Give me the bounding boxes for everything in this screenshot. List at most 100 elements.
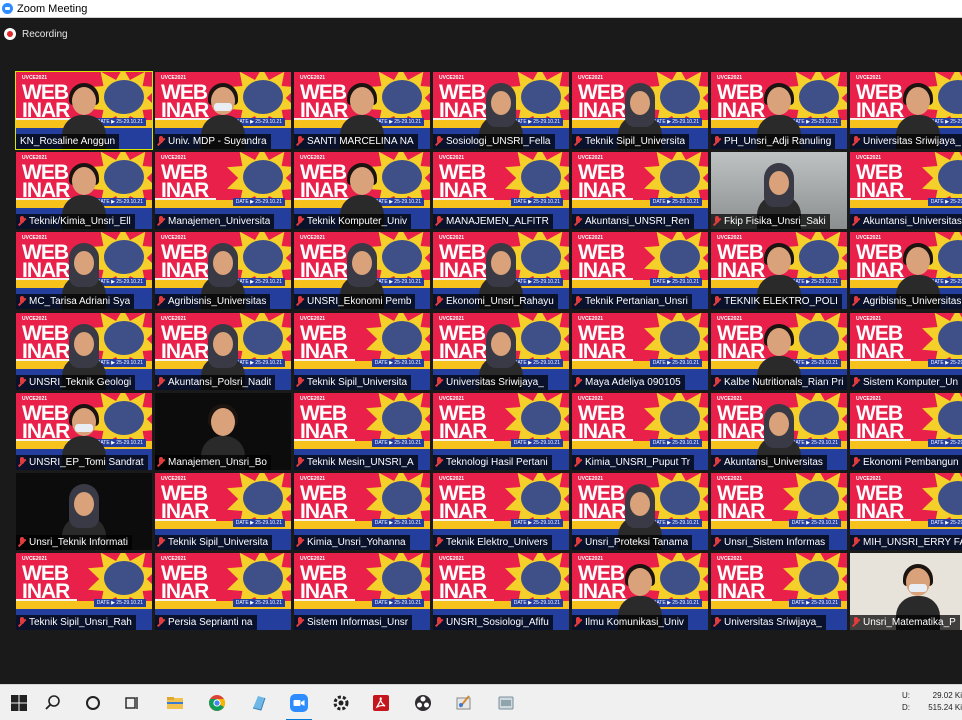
participant-tile[interactable]: UVCE2021 WEB INAR DATE ▶ 25-29.10.21 Teknik … — [572, 72, 708, 149]
participant-tile[interactable]: UVCE2021WEBINARDATE ▶ 25-29.10.21Akuntan… — [850, 152, 962, 229]
participant-tile[interactable]: UVCE2021 WEB INAR DATE ▶ 25-29.10.21 Teknik … — [433, 473, 569, 550]
muted-mic-icon — [435, 537, 443, 548]
chrome-icon[interactable] — [198, 685, 236, 720]
participant-tile[interactable]: UVCE2021 WEB INAR DATE ▶ 25-29.10.21 Kalbe N… — [711, 313, 847, 390]
paint-icon[interactable] — [445, 685, 483, 720]
participant-tile[interactable]: UVCE2021WEBINARDATE ▶ 25-29.10.21Akuntan… — [155, 313, 291, 390]
participant-tile[interactable]: UVCE2021 WEB INAR DATE ▶ 25-29.10.21 KN_Rosa… — [15, 71, 153, 150]
participant-name-bar: Sistem Komputer_Un — [850, 375, 962, 390]
participant-name-bar: UNSRI_Teknik Geologi — [16, 375, 136, 390]
participant-name-bar: Teknik Sipil_Universita — [294, 375, 412, 390]
participant-tile[interactable]: Unsri_Teknik Informati — [16, 473, 152, 550]
muted-mic-icon — [435, 296, 443, 307]
event-date: DATE ▶ 25-29.10.21 — [927, 359, 962, 367]
participant-tile[interactable]: UVCE2021 WEB INAR DATE ▶ 25-29.10.21 TEKNIK … — [711, 232, 847, 309]
participant-tile[interactable]: UVCE2021WEBINARDATE ▶ 25-29.10.21Univers… — [850, 72, 962, 149]
muted-mic-icon — [574, 377, 582, 388]
participant-name-bar: Teknik Sipil_Universita — [155, 535, 273, 550]
participant-tile[interactable]: UVCE2021 WEB INAR DATE ▶ 25-29.10.21 Teknik … — [294, 152, 430, 229]
muted-mic-icon — [157, 296, 165, 307]
participant-tile[interactable]: Manajemen_Unsri_Bo — [155, 393, 291, 470]
participant-tile[interactable]: UVCE2021 WEB INAR DATE ▶ 25-29.10.21 UNSRI_S… — [433, 553, 569, 630]
settings-icon[interactable] — [322, 685, 360, 720]
participant-tile[interactable]: UVCE2021WEBINARDATE ▶ 25-29.10.21MIH_UNS… — [850, 473, 962, 550]
participant-tile[interactable]: UVCE2021 WEB INAR DATE ▶ 25-29.10.21 Sosiolo… — [433, 72, 569, 149]
participant-tile[interactable]: UVCE2021 WEB INAR DATE ▶ 25-29.10.21 Kimia_U… — [572, 393, 708, 470]
windows-start-icon[interactable] — [0, 685, 38, 720]
participant-name: Teknik Komputer_Univ — [307, 216, 408, 227]
participant-tile[interactable]: UVCE2021 WEB INAR DATE ▶ 25-29.10.21 Teknik … — [294, 393, 430, 470]
search-icon[interactable] — [34, 685, 72, 720]
app-icon[interactable] — [240, 685, 278, 720]
participant-tile[interactable]: UVCE2021WEBINARDATE ▶ 25-29.10.21Akuntan… — [711, 393, 847, 470]
participant-tile[interactable]: UVCE2021WEBINARDATE ▶ 25-29.10.21Ekonomi… — [433, 232, 569, 309]
participant-tile[interactable]: UVCE2021 WEB INAR DATE ▶ 25-29.10.21 Teknik … — [16, 553, 152, 630]
muted-mic-icon — [713, 136, 721, 147]
participant-tile[interactable]: UVCE2021 WEB INAR DATE ▶ 25-29.10.21 Teknik … — [572, 232, 708, 309]
webinar-headline: WEB INAR — [578, 403, 626, 443]
app2-icon[interactable] — [487, 685, 525, 720]
participant-name: Fkip Fisika_Unsri_Saki — [724, 216, 826, 227]
participant-tile[interactable]: UVCE2021 WEB INAR DATE ▶ 25-29.10.21 Univ. M… — [155, 72, 291, 149]
acrobat-icon[interactable] — [362, 685, 400, 720]
webinar-headline: WEB INAR — [717, 483, 765, 522]
participant-tile[interactable]: UVCE2021WEBINARDATE ▶ 25-29.10.21Sistem … — [294, 553, 430, 630]
participant-name: Maya Adeliya 090105 — [585, 377, 681, 388]
headline-line-2: INAR — [578, 420, 626, 443]
participant-tile[interactable]: UVCE2021WEBINARDATE ▶ 25-29.10.21Univers… — [433, 313, 569, 390]
muted-mic-icon — [713, 296, 721, 307]
participant-tile[interactable]: Fkip Fisika_Unsri_Saki — [711, 152, 847, 229]
participant-name-bar: Kimia_UNSRI_Puput Tr — [572, 455, 695, 470]
participant-tile[interactable]: UVCE2021 WEB INAR DATE ▶ 25-29.10.21 SANTI M… — [294, 72, 430, 149]
participant-name: Manajemen_Unsri_Bo — [168, 457, 267, 468]
webinar-headline: WEB INAR — [856, 162, 904, 201]
muted-mic-icon — [713, 377, 721, 388]
participant-tile[interactable]: UVCE2021WEBINARDATE ▶ 25-29.10.21Akuntan… — [572, 152, 708, 229]
participant-tile[interactable]: UVCE2021 WEB INAR DATE ▶ 25-29.10.21 Maya Ad… — [572, 313, 708, 390]
obs-icon[interactable] — [404, 685, 442, 720]
muted-mic-icon — [157, 216, 165, 227]
network-speed: U: 29.02 Ki D: 515.24 Ki — [902, 689, 962, 713]
zoom-icon[interactable] — [280, 685, 318, 720]
participant-tile[interactable]: UVCE2021 WEB INAR DATE ▶ 25-29.10.21 Persia … — [155, 553, 291, 630]
participant-name: Unsri_Sistem Informas — [724, 537, 826, 548]
participant-tile[interactable]: UVCE2021 WEB INAR DATE ▶ 25-29.10.21 MANAJEM… — [433, 152, 569, 229]
headline-line-2: INAR — [300, 500, 348, 523]
participant-name-bar: Unsri_Proteksi Tanama — [572, 535, 693, 550]
participant-tile[interactable]: UVCE2021 WEB INAR DATE ▶ 25-29.10.21 UNSRI_E… — [16, 393, 152, 470]
participant-tile[interactable]: UVCE2021 WEB INAR DATE ▶ 25-29.10.21 Ilmu Ko… — [572, 553, 708, 630]
muted-mic-icon — [574, 617, 582, 628]
participant-tile[interactable]: UVCE2021 WEB INAR DATE ▶ 25-29.10.21 Manajem… — [155, 152, 291, 229]
participant-tile[interactable]: UVCE2021WEBINARDATE ▶ 25-29.10.21Agribis… — [850, 232, 962, 309]
participant-name: Kimia_UNSRI_Puput Tr — [585, 457, 691, 468]
participant-tile[interactable]: UVCE2021 WEB INAR DATE ▶ 25-29.10.21 Teknik … — [155, 473, 291, 550]
participant-name-bar: Teknik Sipil_Unsri_Rah — [16, 615, 136, 630]
participant-tile[interactable]: UVCE2021 WEB INAR DATE ▶ 25-29.10.21 MC_Tari… — [16, 232, 152, 309]
participant-name: MC_Tarisa Adriani Sya — [29, 296, 131, 307]
file-explorer-icon[interactable] — [156, 685, 194, 720]
muted-mic-icon — [713, 216, 721, 227]
participant-tile[interactable]: UVCE2021WEBINARDATE ▶ 25-29.10.21Sistem … — [850, 313, 962, 390]
participant-tile[interactable]: UVCE2021 WEB INAR DATE ▶ 25-29.10.21 UNSRI_T… — [16, 313, 152, 390]
recording-indicator[interactable]: Recording — [4, 28, 68, 40]
webinar-headline: WEB INAR — [578, 323, 626, 362]
event-date: DATE ▶ 25-29.10.21 — [93, 599, 146, 607]
event-date: DATE ▶ 25-29.10.21 — [232, 519, 285, 527]
participant-tile[interactable]: UVCE2021 WEB INAR DATE ▶ 25-29.10.21 UNSRI_E… — [294, 232, 430, 309]
participant-tile[interactable]: UVCE2021 WEB INAR DATE ▶ 25-29.10.21 Kimia_U… — [294, 473, 430, 550]
participant-tile[interactable]: UVCE2021 WEB INAR DATE ▶ 25-29.10.21 Unsri_S… — [711, 473, 847, 550]
muted-mic-icon — [713, 617, 721, 628]
cortana-icon[interactable] — [74, 685, 112, 720]
participant-tile[interactable]: UVCE2021 WEB INAR DATE ▶ 25-29.10.21 Teknolo… — [433, 393, 569, 470]
participant-tile[interactable]: UVCE2021WEBINARDATE ▶ 25-29.10.21Univers… — [711, 553, 847, 630]
participant-tile[interactable]: UVCE2021 WEB INAR DATE ▶ 25-29.10.21 PH_Unsr… — [711, 72, 847, 149]
participant-tile[interactable]: UVCE2021WEBINARDATE ▶ 25-29.10.21Agribis… — [155, 232, 291, 309]
participant-tile[interactable]: UVCE2021WEBINARDATE ▶ 25-29.10.21Ekonomi… — [850, 393, 962, 470]
participant-name-bar: Teknik Komputer_Univ — [294, 214, 412, 229]
participant-tile[interactable]: UVCE2021 WEB INAR DATE ▶ 25-29.10.21 Teknik … — [294, 313, 430, 390]
task-view-icon[interactable] — [113, 685, 151, 720]
participant-name-bar: PH_Unsri_Adji Ranuling — [711, 134, 836, 149]
participant-tile[interactable]: Unsri_Matematika_P — [850, 553, 962, 630]
participant-tile[interactable]: UVCE2021 WEB INAR DATE ▶ 25-29.10.21 Teknik/… — [16, 152, 152, 229]
participant-tile[interactable]: UVCE2021 WEB INAR DATE ▶ 25-29.10.21 Unsri_P… — [572, 473, 708, 550]
